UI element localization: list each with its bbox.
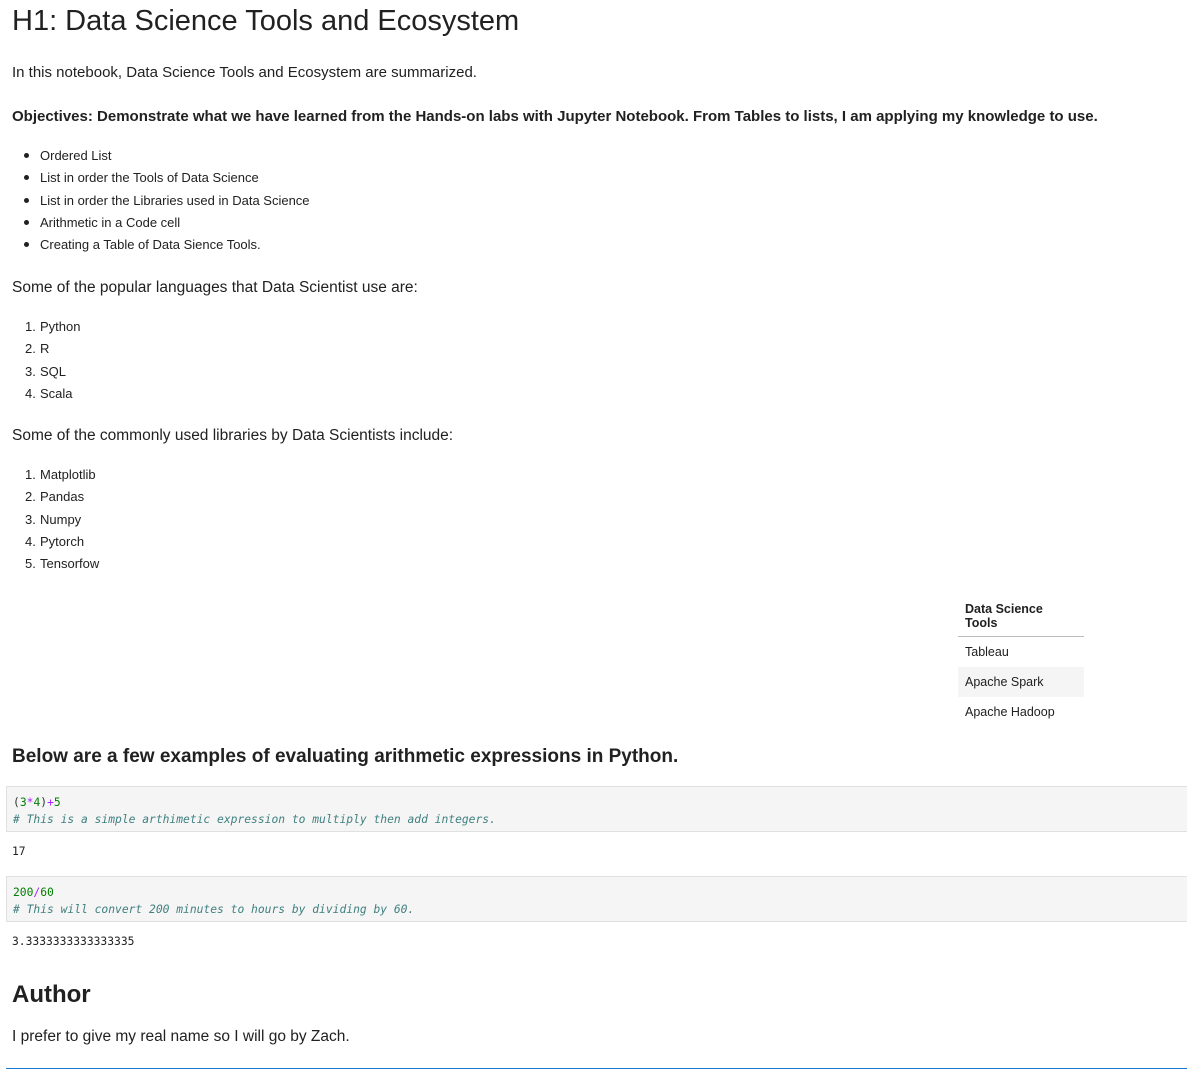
- tools-table: Data Science Tools Tableau Apache Spark …: [958, 596, 1084, 727]
- table-cell: Apache Spark: [958, 667, 1084, 697]
- code-comment: # This will convert 200 minutes to hours…: [13, 903, 415, 916]
- table-cell: Apache Hadoop: [965, 705, 1055, 719]
- objectives-text: Objectives: Demonstrate what we have lea…: [12, 108, 1098, 125]
- code-cell-2[interactable]: 200/60 # This will convert 200 minutes t…: [6, 876, 1187, 922]
- list-item: List in order the Tools of Data Science: [24, 167, 310, 189]
- list-item: List in order the Libraries used in Data…: [24, 190, 310, 212]
- list-item: Ordered List: [24, 145, 310, 167]
- author-text: I prefer to give my real name so I will …: [12, 1028, 350, 1045]
- code-cell-1[interactable]: (3*4)+5 # This is a simple arthimetic ex…: [6, 786, 1187, 832]
- author-heading: Author: [12, 981, 91, 1008]
- list-item: 3. Numpy: [25, 511, 82, 527]
- list-item: 4. Scala: [25, 385, 73, 401]
- list-item: 2. Pandas: [25, 489, 85, 505]
- list-item: 5. Tensorfow: [25, 556, 100, 572]
- list-item: 1. Python: [25, 319, 81, 334]
- table-header: Data Science Tools: [958, 596, 1084, 637]
- examples-heading: Below are a few examples of evaluating a…: [12, 746, 679, 767]
- table-cell: Tableau: [965, 645, 1009, 659]
- table-row: Apache Spark: [958, 667, 1084, 697]
- libraries-list: 1. Matplotlib 2. Pandas 3. Numpy 4. Pytorch …: [25, 464, 100, 575]
- list-item: 1. Matplotlib: [25, 467, 96, 482]
- list-item: 4. Pytorch: [25, 533, 85, 549]
- list-item: Arithmetic in a Code cell: [24, 212, 310, 234]
- code-comment: # This is a simple arthimetic expression…: [13, 813, 496, 826]
- list-item: 2. R: [25, 341, 50, 357]
- list-item: Creating a Table of Data Sience Tools.: [24, 234, 310, 256]
- languages-list: 1. Python 2. R 3. SQL 4. Scala: [25, 316, 81, 405]
- table-header-row: Data Science Tools: [958, 596, 1084, 637]
- table-row: Tableau: [958, 637, 1084, 668]
- intro-text: In this notebook, Data Science Tools and…: [12, 64, 477, 81]
- libraries-intro: Some of the commonly used libraries by D…: [12, 427, 454, 444]
- code-line: (3*4)+5: [13, 796, 61, 809]
- cell-output-1: 17: [12, 845, 26, 858]
- table-row: Apache Hadoop: [958, 697, 1084, 727]
- objectives-list: Ordered List List in order the Tools of …: [24, 145, 310, 256]
- list-item: 3. SQL: [25, 363, 67, 379]
- code-line: 200/60: [13, 886, 54, 899]
- cell-output-2: 3.3333333333333335: [12, 935, 135, 948]
- languages-intro: Some of the popular languages that Data …: [12, 279, 418, 296]
- notebook-title: H1: Data Science Tools and Ecosystem: [12, 5, 520, 37]
- cell-selection-border: [6, 1068, 1187, 1069]
